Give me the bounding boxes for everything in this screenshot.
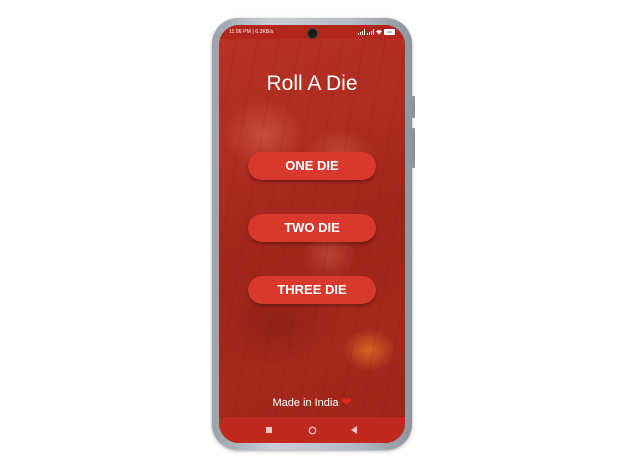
volume-button: [412, 128, 415, 168]
recent-apps-icon: [266, 427, 272, 433]
wifi-icon: [376, 29, 382, 34]
signal-icon: [358, 29, 365, 35]
power-button: [412, 96, 415, 118]
heart-icon: ❤: [341, 395, 352, 409]
three-die-button[interactable]: THREE DIE: [248, 276, 376, 304]
signal-2-icon: [367, 29, 374, 35]
battery-icon: 100: [384, 29, 395, 35]
stage: 11:06 PM | 6.3KB/s 100 Roll A Die ONE DI…: [0, 0, 625, 469]
home-icon: [308, 426, 316, 434]
back-icon: [350, 426, 357, 434]
home-button[interactable]: [306, 424, 318, 436]
recent-apps-button[interactable]: [263, 424, 275, 436]
back-button[interactable]: [348, 424, 360, 436]
app-title: Roll A Die: [266, 72, 358, 95]
status-time-speed: 11:06 PM | 6.3KB/s: [229, 29, 274, 35]
one-die-button[interactable]: ONE DIE: [248, 152, 376, 180]
navigation-bar: [219, 417, 405, 443]
status-icons: 100: [358, 25, 395, 39]
footer: Made in India ❤: [219, 395, 405, 409]
phone-screen: 11:06 PM | 6.3KB/s 100 Roll A Die ONE DI…: [219, 25, 405, 443]
footer-text: Made in India: [272, 397, 339, 409]
two-die-button[interactable]: TWO DIE: [248, 214, 376, 242]
front-camera: [307, 28, 318, 39]
